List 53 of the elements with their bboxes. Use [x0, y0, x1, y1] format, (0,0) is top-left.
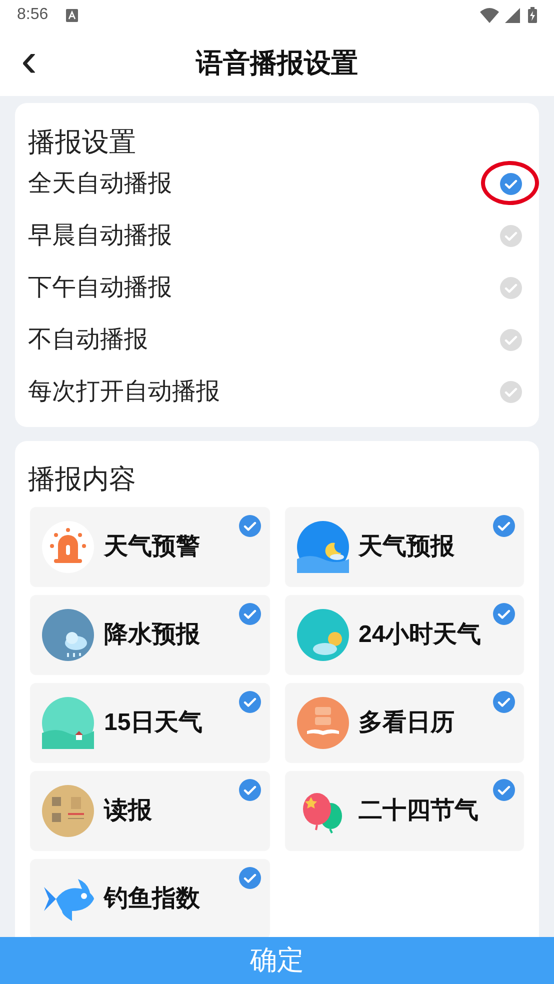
- content-tile[interactable]: 二十四节气: [284, 771, 524, 851]
- option-label: 早晨自动播报: [28, 221, 173, 251]
- tile-label: 15日天气: [104, 708, 203, 738]
- tile-label: 天气预警: [104, 532, 200, 562]
- tile-label: 钓鱼指数: [104, 884, 200, 914]
- check-icon[interactable]: [500, 173, 522, 195]
- keyboard-icon: [66, 8, 78, 22]
- content-tile[interactable]: 24小时天气: [284, 595, 524, 675]
- wifi-icon: [480, 8, 499, 22]
- status-time: 8:56: [17, 5, 48, 25]
- check-icon[interactable]: [493, 603, 515, 625]
- content-tile[interactable]: 降水预报: [30, 595, 270, 675]
- tile-label: 多看日历: [358, 708, 454, 738]
- check-icon[interactable]: [500, 329, 522, 351]
- tile-label: 24小时天气: [358, 620, 482, 650]
- option-label: 下午自动播报: [28, 273, 173, 303]
- content-tile[interactable]: 多看日历: [284, 683, 524, 763]
- check-icon[interactable]: [238, 603, 260, 625]
- content-tile[interactable]: 天气预报: [284, 507, 524, 587]
- content-icon: [296, 697, 348, 749]
- option-label: 全天自动播报: [28, 169, 173, 199]
- page-title: 语音播报设置: [196, 46, 358, 80]
- content-icon: [42, 521, 94, 573]
- check-icon[interactable]: [500, 225, 522, 247]
- check-icon[interactable]: [493, 691, 515, 713]
- content-icon: [296, 609, 348, 661]
- content-icon: [42, 697, 94, 749]
- check-icon[interactable]: [238, 691, 260, 713]
- content-icon: [42, 785, 94, 837]
- content-icon: [42, 609, 94, 661]
- content-tile[interactable]: 15日天气: [30, 683, 270, 763]
- check-icon[interactable]: [238, 867, 260, 889]
- tile-label: 天气预报: [358, 532, 454, 562]
- check-icon[interactable]: [500, 381, 522, 403]
- battery-icon: [528, 7, 537, 23]
- check-icon[interactable]: [238, 515, 260, 537]
- content-tile[interactable]: 天气预警: [30, 507, 270, 587]
- tile-label: 二十四节气: [358, 796, 478, 826]
- content-icon: [296, 521, 348, 573]
- content-tile[interactable]: 读报: [30, 771, 270, 851]
- tile-label: 降水预报: [104, 620, 200, 650]
- section-title: 播报内容: [28, 463, 137, 496]
- section-title: 播报设置: [28, 126, 137, 159]
- signal-icon: [505, 8, 520, 22]
- content-tile[interactable]: 钓鱼指数: [30, 859, 270, 937]
- tile-label: 读报: [104, 796, 152, 826]
- check-icon[interactable]: [493, 779, 515, 801]
- check-icon[interactable]: [493, 515, 515, 537]
- check-icon[interactable]: [238, 779, 260, 801]
- back-button[interactable]: ‹: [14, 38, 44, 84]
- check-icon[interactable]: [500, 277, 522, 299]
- option-label: 每次打开自动播报: [28, 377, 221, 407]
- option-label: 不自动播报: [28, 325, 149, 355]
